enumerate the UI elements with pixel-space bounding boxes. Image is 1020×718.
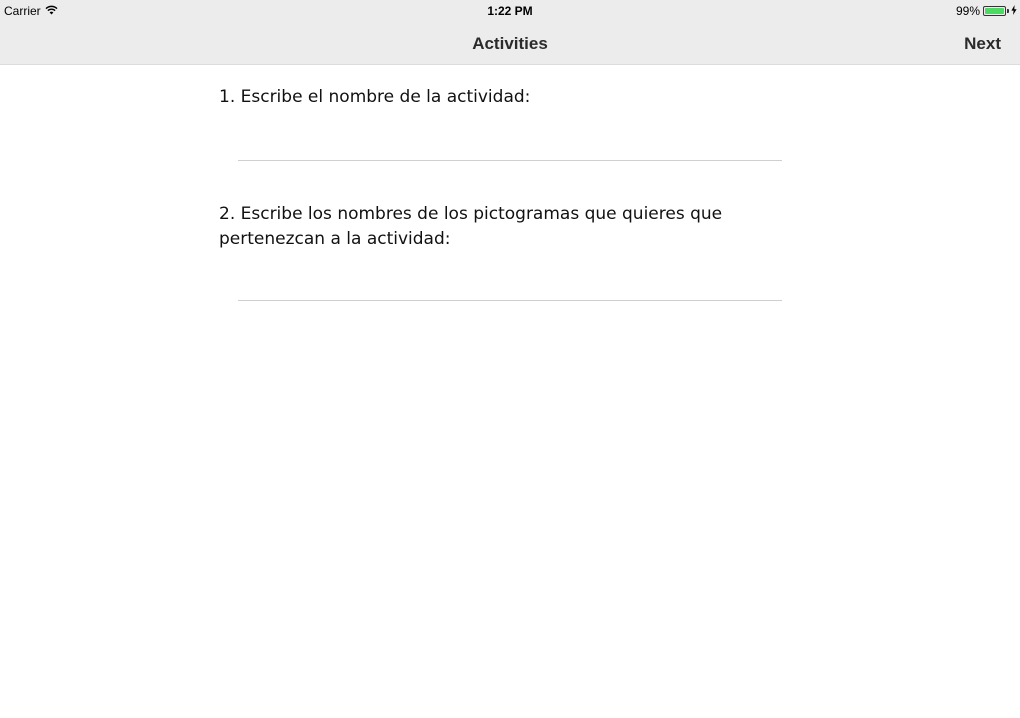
question-2-label: 2. Escribe los nombres de los pictograma… bbox=[219, 204, 723, 249]
activity-name-input[interactable] bbox=[238, 132, 782, 161]
next-button[interactable]: Next bbox=[964, 34, 1001, 54]
pictogram-names-input[interactable] bbox=[238, 272, 782, 301]
navigation-bar: Activities Next bbox=[0, 22, 1020, 65]
question-1-label: 1. Escribe el nombre de la actividad: bbox=[219, 87, 531, 107]
status-bar: Carrier 1:22 PM 99% bbox=[0, 0, 1020, 22]
screen: Carrier 1:22 PM 99% Activities Next 1. E… bbox=[0, 0, 1020, 718]
battery-percent: 99% bbox=[955, 4, 980, 18]
battery-tip bbox=[1007, 9, 1009, 13]
page-title: Activities bbox=[472, 34, 548, 53]
battery-indicator: 99% bbox=[956, 4, 1017, 18]
bolt-icon bbox=[1011, 4, 1017, 18]
battery-fill bbox=[985, 8, 1004, 14]
status-time: 1:22 PM bbox=[487, 4, 533, 18]
battery-icon bbox=[983, 6, 1006, 16]
